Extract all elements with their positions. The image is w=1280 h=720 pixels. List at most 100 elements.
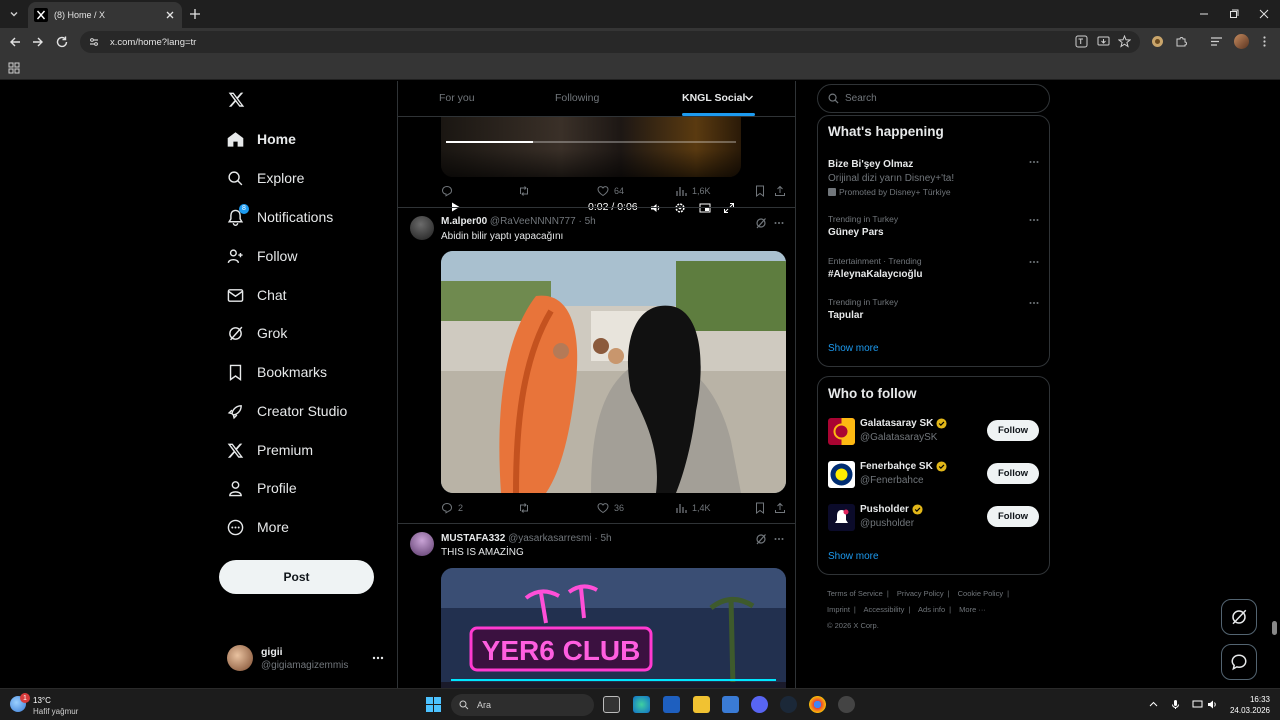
store-icon[interactable]: [663, 696, 680, 713]
bookmark-star-icon[interactable]: [1118, 35, 1131, 48]
like-action[interactable]: 64: [597, 185, 624, 197]
speaker-icon[interactable]: [1207, 699, 1218, 710]
nav-home[interactable]: Home: [227, 126, 296, 152]
tweet-image[interactable]: [441, 251, 786, 493]
tweet-time[interactable]: 5h: [600, 533, 611, 544]
nav-explore[interactable]: Explore: [227, 165, 304, 191]
install-app-icon[interactable]: [1097, 35, 1110, 48]
restore-icon[interactable]: [1227, 7, 1241, 21]
footer-link[interactable]: Accessibility: [864, 605, 905, 614]
x-logo-icon[interactable]: [228, 91, 245, 108]
kebab-menu-icon[interactable]: [1258, 35, 1271, 48]
chevron-up-icon[interactable]: [1148, 699, 1159, 710]
nav-premium[interactable]: Premium: [227, 437, 313, 463]
minimize-icon[interactable]: [1197, 7, 1211, 21]
new-tab-icon[interactable]: [188, 7, 202, 21]
avatar[interactable]: [410, 532, 434, 556]
account-switcher[interactable]: gigii @gigiamagizemmis: [227, 643, 387, 673]
close-window-icon[interactable]: [1257, 7, 1271, 21]
nav-grok[interactable]: Grok: [227, 320, 287, 346]
post-button[interactable]: Post: [219, 560, 374, 594]
follow-button[interactable]: Follow: [987, 463, 1039, 484]
browser-tab[interactable]: (8) Home / X: [28, 2, 182, 28]
reply-action[interactable]: 2: [441, 502, 463, 514]
more-horizontal-icon[interactable]: [773, 533, 785, 545]
media-queue-icon[interactable]: [1210, 35, 1223, 48]
tweet-image[interactable]: YER6 CLUB: [441, 568, 786, 688]
search-box[interactable]: [817, 84, 1050, 113]
picture-in-picture-icon[interactable]: [699, 202, 711, 214]
nav-chat[interactable]: Chat: [227, 282, 287, 308]
forward-icon[interactable]: [31, 35, 45, 49]
chevron-down-icon[interactable]: [744, 93, 754, 103]
views-action[interactable]: 1,6K: [675, 185, 711, 197]
app-icon[interactable]: [722, 696, 739, 713]
footer-link[interactable]: Ads info: [918, 605, 945, 614]
app-icon[interactable]: [838, 696, 855, 713]
trend-item[interactable]: Trending in Turkey Tapular: [828, 297, 1040, 321]
tweet-author-handle[interactable]: @yasarkasarresmi: [508, 533, 592, 544]
volume-icon[interactable]: [650, 202, 662, 214]
bookmark-icon[interactable]: [754, 502, 766, 514]
trend-item[interactable]: Trending in Turkey Güney Pars: [828, 214, 1040, 238]
site-info-icon[interactable]: [88, 36, 100, 48]
trend-item[interactable]: Bize Bi'şey Olmaz Orijinal dizi yarın Di…: [828, 156, 1040, 197]
back-icon[interactable]: [8, 35, 22, 49]
follow-suggestion[interactable]: Galatasaray SK @GalatasaraySK Follow: [828, 417, 1040, 447]
tab-following[interactable]: Following: [555, 92, 599, 104]
page-scrollbar[interactable]: [1272, 621, 1277, 635]
taskbar-search[interactable]: Ara: [451, 694, 594, 716]
browser-profile-avatar[interactable]: [1234, 34, 1249, 49]
grok-icon[interactable]: [755, 217, 767, 229]
footer-link[interactable]: Cookie Policy: [958, 589, 1003, 598]
show-more-link[interactable]: Show more: [828, 343, 879, 354]
fullscreen-icon[interactable]: [723, 202, 735, 214]
more-horizontal-icon[interactable]: [1028, 256, 1040, 268]
nav-follow[interactable]: Follow: [227, 243, 297, 269]
tweet-author-handle[interactable]: @RaVeeNNNN777: [490, 216, 576, 227]
weather-widget[interactable]: 1 13°C Hafif yağmur: [10, 693, 110, 717]
tab-for-you[interactable]: For you: [439, 92, 475, 104]
search-input[interactable]: [845, 93, 1025, 104]
translate-icon[interactable]: [1075, 35, 1088, 48]
share-icon[interactable]: [774, 502, 786, 514]
steam-icon[interactable]: [780, 696, 797, 713]
repost-action[interactable]: [518, 502, 535, 514]
views-action[interactable]: 1,4K: [675, 502, 711, 514]
follow-button[interactable]: Follow: [987, 506, 1039, 527]
chrome-icon[interactable]: [809, 696, 826, 713]
windows-start-icon[interactable]: [426, 697, 441, 712]
follow-suggestion[interactable]: Fenerbahçe SK @Fenerbahce Follow: [828, 460, 1040, 490]
more-horizontal-icon[interactable]: [773, 217, 785, 229]
tab-kngl-social[interactable]: KNGL Social: [682, 92, 745, 104]
footer-link[interactable]: Imprint: [827, 605, 850, 614]
edge-icon[interactable]: [633, 696, 650, 713]
video-player[interactable]: [441, 117, 741, 177]
reply-action[interactable]: [441, 185, 458, 197]
microphone-icon[interactable]: [1170, 699, 1181, 710]
file-explorer-icon[interactable]: [693, 696, 710, 713]
settings-gear-icon[interactable]: [674, 202, 686, 214]
discord-icon[interactable]: [751, 696, 768, 713]
taskbar-clock[interactable]: 16:33 24.03.2026: [1226, 694, 1270, 716]
follow-suggestion[interactable]: Pusholder @pusholder Follow: [828, 503, 1040, 533]
tab-search-button[interactable]: [4, 5, 24, 23]
follow-button[interactable]: Follow: [987, 420, 1039, 441]
close-icon[interactable]: [164, 9, 176, 21]
nav-more[interactable]: More: [227, 514, 289, 540]
share-icon[interactable]: [774, 185, 786, 197]
more-horizontal-icon[interactable]: [1028, 214, 1040, 226]
nav-profile[interactable]: Profile: [227, 475, 297, 501]
footer-link[interactable]: Privacy Policy: [897, 589, 944, 598]
like-action[interactable]: 36: [597, 502, 624, 514]
footer-link[interactable]: More ···: [959, 605, 986, 614]
tweet-time[interactable]: 5h: [585, 216, 596, 227]
more-horizontal-icon[interactable]: [1028, 297, 1040, 309]
display-icon[interactable]: [1192, 699, 1203, 710]
video-progress[interactable]: [446, 141, 736, 143]
reload-icon[interactable]: [55, 35, 69, 49]
grok-floating-button[interactable]: [1221, 599, 1257, 635]
bookmark-icon[interactable]: [754, 185, 766, 197]
avatar[interactable]: [410, 216, 434, 240]
nav-notifications[interactable]: 8 Notifications: [227, 203, 333, 230]
